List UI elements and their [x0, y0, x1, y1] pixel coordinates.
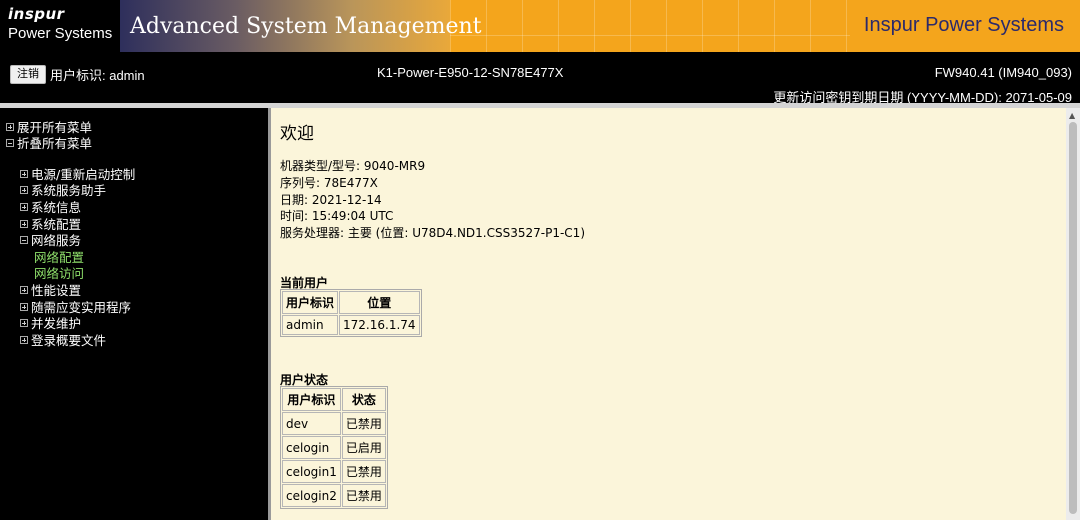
table-header-row: 用户标识 状态: [282, 388, 386, 411]
system-name: K1-Power-E950-12-SN78E477X: [377, 65, 564, 80]
user-status-table: 用户标识 状态 dev 已禁用 celogin 已启用 celogin1 已禁用…: [280, 386, 388, 509]
current-time: 时间: 15:49:04 UTC: [280, 209, 394, 223]
collapse-icon: [20, 235, 28, 244]
table-cell: celogin2: [282, 484, 341, 507]
serial-number: 序列号: 78E477X: [280, 176, 378, 190]
page-title: 欢迎: [280, 124, 314, 144]
table-cell: admin: [282, 315, 339, 335]
expand-icon: [20, 335, 28, 344]
sidebar-item-label: 登录概要文件: [31, 333, 107, 348]
table-row: dev 已禁用: [282, 412, 386, 435]
table-row: celogin1 已禁用: [282, 460, 386, 483]
current-date: 日期: 2021-12-14: [280, 193, 382, 207]
table-cell: 已禁用: [341, 484, 386, 507]
top-info-bar: 注销 用户标识: admin K1-Power-E950-12-SN78E477…: [0, 52, 1080, 105]
service-processor: 服务处理器: 主要 (位置: U78D4.ND1.CSS3527-P1-C1): [280, 226, 585, 240]
expand-icon: [20, 302, 28, 311]
expand-icon: [20, 318, 28, 327]
vertical-scrollbar[interactable]: ▲: [1066, 108, 1080, 520]
table-cell: 已启用: [341, 436, 386, 459]
column-header: 状态: [341, 388, 386, 411]
logout-button[interactable]: 注销: [10, 65, 46, 84]
column-header: 用户标识: [282, 388, 341, 411]
collapse-all-label: 折叠所有菜单: [17, 136, 93, 151]
expand-icon: [20, 169, 28, 178]
column-header: 用户标识: [282, 291, 339, 314]
table-header-row: 用户标识 位置: [282, 291, 420, 314]
top-banner: inspur Power Systems Advanced System Man…: [0, 0, 1080, 52]
expand-icon: [20, 285, 28, 294]
firmware-version: FW940.41 (IM940_093): [934, 65, 1072, 80]
table-row: celogin 已启用: [282, 436, 386, 459]
banner-grid-decoration: [450, 0, 850, 52]
logo-subtitle: Power Systems: [8, 25, 113, 42]
expand-icon: [6, 122, 14, 131]
inspur-logo: inspur Power Systems: [0, 0, 120, 52]
table-row: celogin2 已禁用: [282, 484, 386, 507]
brand-name: Inspur Power Systems: [863, 14, 1064, 36]
expand-icon: [20, 202, 28, 211]
table-cell: 172.16.1.74: [339, 315, 420, 335]
main-content: 欢迎 机器类型/型号: 9040-MR9 序列号: 78E477X 日期: 20…: [271, 108, 1066, 520]
table-cell: dev: [282, 412, 341, 435]
machine-type: 机器类型/型号: 9040-MR9: [280, 159, 426, 173]
logo-wordmark: inspur: [8, 5, 65, 23]
expand-icon: [20, 219, 28, 228]
app-title: Advanced System Management: [130, 14, 482, 39]
current-user-label: 用户标识: admin: [50, 68, 145, 83]
expand-icon: [20, 185, 28, 194]
table-cell: celogin1: [282, 460, 341, 483]
sidebar-menu: 展开所有菜单 折叠所有菜单 电源/重新启动控制 系统服务助手 系统信息 系统配置…: [0, 108, 268, 520]
table-row: admin 172.16.1.74: [282, 315, 420, 335]
current-user-table: 用户标识 位置 admin 172.16.1.74: [280, 289, 422, 337]
table-cell: 已禁用: [341, 460, 386, 483]
table-cell: 已禁用: [341, 412, 386, 435]
sidebar-item-login-profile[interactable]: 登录概要文件: [20, 330, 106, 349]
scrollbar-thumb[interactable]: [1069, 122, 1077, 514]
scroll-up-arrow-icon[interactable]: ▲: [1069, 111, 1075, 120]
collapse-icon: [6, 138, 14, 147]
table-cell: celogin: [282, 436, 341, 459]
collapse-all-menus[interactable]: 折叠所有菜单: [6, 133, 92, 152]
column-header: 位置: [339, 291, 420, 314]
